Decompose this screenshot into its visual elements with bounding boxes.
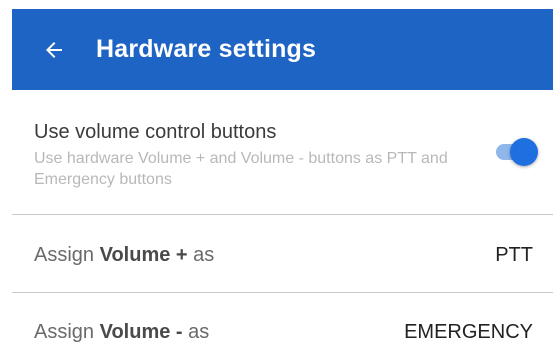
toggle-thumb xyxy=(510,138,538,166)
volume-control-toggle[interactable] xyxy=(494,138,540,166)
back-button[interactable] xyxy=(34,30,74,70)
assign-suffix: as xyxy=(182,321,210,343)
volume-down-button-name: Volume - xyxy=(99,321,183,343)
assign-volume-up-value: PTT xyxy=(495,244,533,266)
volume-control-setting[interactable]: Use volume control buttons Use hardware … xyxy=(12,96,553,214)
assign-volume-up-row[interactable]: Assign Volume + as PTT xyxy=(12,215,553,291)
assign-volume-up-label: Assign Volume + as xyxy=(34,244,214,267)
setting-title: Use volume control buttons xyxy=(34,121,277,143)
hardware-settings-screen: Hardware settings Use volume control but… xyxy=(0,0,553,364)
assign-volume-down-row[interactable]: Assign Volume - as EMERGENCY xyxy=(12,293,553,364)
volume-up-button-name: Volume + xyxy=(99,244,188,266)
app-bar: Hardware settings xyxy=(12,9,553,90)
assign-suffix: as xyxy=(187,244,215,266)
assign-prefix: Assign xyxy=(34,321,100,343)
assign-volume-down-value: EMERGENCY xyxy=(404,321,533,343)
assign-prefix: Assign xyxy=(34,244,100,266)
assign-volume-down-label: Assign Volume - as xyxy=(34,321,209,344)
page-title: Hardware settings xyxy=(96,35,317,63)
setting-description: Use hardware Volume + and Volume - butto… xyxy=(34,150,448,188)
arrow-left-icon xyxy=(46,41,62,58)
